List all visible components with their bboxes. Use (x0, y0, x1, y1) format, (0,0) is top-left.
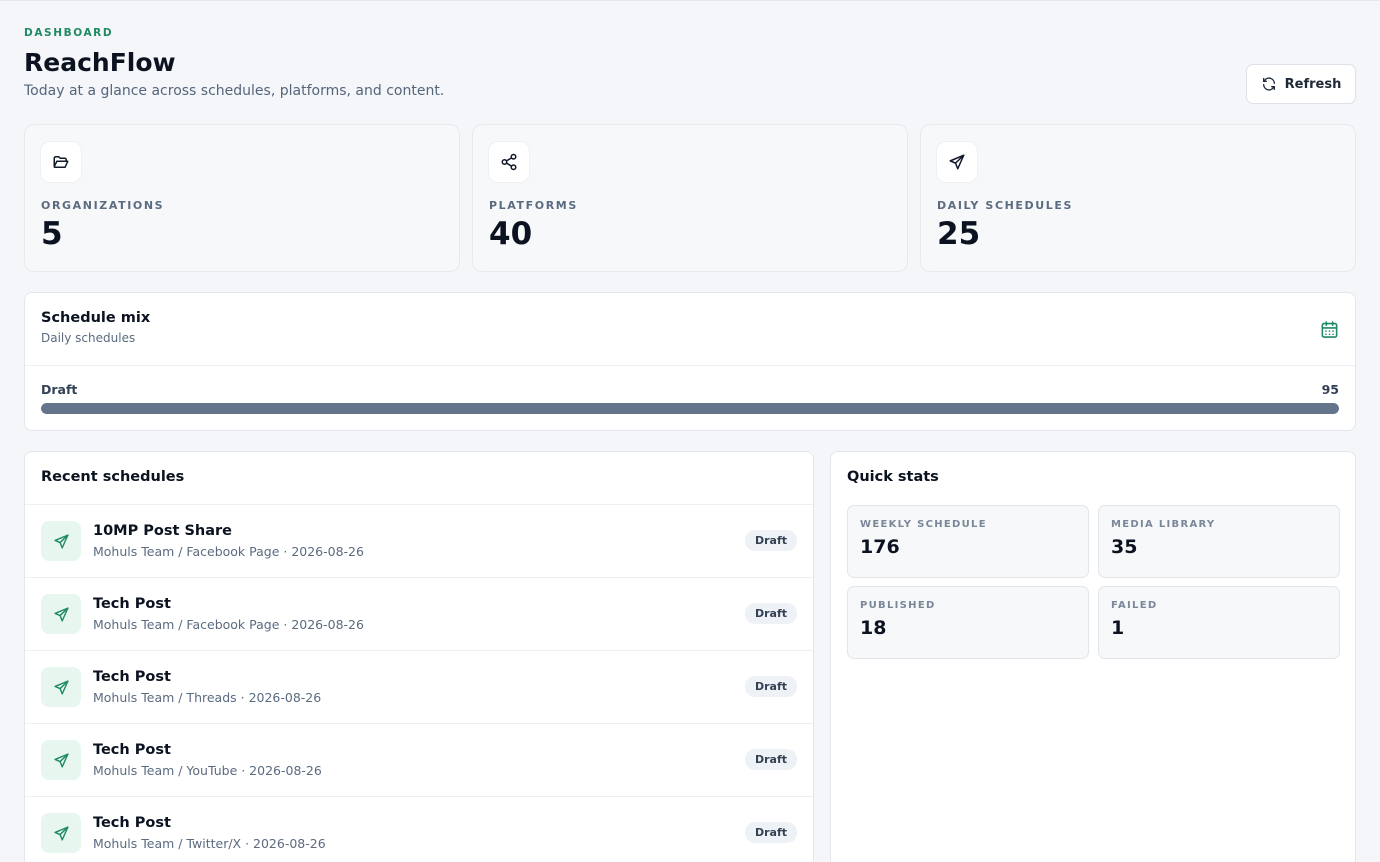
quick-stats-header: Quick stats (831, 452, 1355, 485)
quick-stat-label: PUBLISHED (860, 600, 936, 611)
schedule-title: Tech Post (93, 742, 171, 758)
schedule-title: Tech Post (93, 815, 171, 831)
quick-stat-value: 35 (1111, 536, 1138, 558)
stat-icon-box (937, 142, 977, 182)
schedule-meta: Mohuls Team / Threads · 2026-08-26 (93, 690, 322, 705)
send-icon (53, 825, 69, 841)
stat-label: PLATFORMS (489, 199, 578, 212)
quick-stat-tile: PUBLISHED 18 (847, 586, 1089, 659)
schedule-title: Tech Post (93, 669, 171, 685)
schedule-meta: Mohuls Team / Facebook Page · 2026-08-26 (93, 544, 364, 559)
folder-icon (53, 156, 69, 168)
status-badge: Draft (744, 530, 797, 551)
send-icon-box (41, 813, 81, 853)
status-badge: Draft (744, 749, 797, 770)
quick-stat-value: 1 (1111, 617, 1125, 639)
stat-label: DAILY SCHEDULES (937, 199, 1074, 212)
list-item[interactable]: Tech Post Mohuls Team / Facebook Page · … (25, 578, 813, 651)
schedule-title: 10MP Post Share (93, 523, 233, 539)
stat-value: 5 (41, 216, 63, 252)
quick-stat-label: FAILED (1111, 600, 1158, 611)
recent-schedules-card: Recent schedules 10MP Post Share Mohuls … (24, 451, 814, 862)
schedule-mix-subtitle: Daily schedules (41, 331, 136, 345)
stat-icon-box (489, 142, 529, 182)
schedule-mix-card: Schedule mix Daily schedules Draft 95 (24, 292, 1356, 431)
stat-card-daily-schedules[interactable]: DAILY SCHEDULES 25 (920, 124, 1356, 272)
quick-stat-value: 18 (860, 617, 887, 639)
bar-label: Draft (41, 382, 78, 397)
list-item[interactable]: Tech Post Mohuls Team / YouTube · 2026-0… (25, 724, 813, 797)
list-item[interactable]: Tech Post Mohuls Team / Threads · 2026-0… (25, 651, 813, 724)
share-icon (501, 153, 517, 171)
calendar-icon (1321, 321, 1338, 338)
send-icon (53, 606, 69, 622)
schedule-mix-title: Schedule mix (41, 310, 151, 326)
page-header: DASHBOARD ReachFlow Today at a glance ac… (24, 27, 1356, 104)
quick-stat-label: MEDIA LIBRARY (1111, 519, 1216, 530)
recent-schedules-header: Recent schedules (25, 452, 813, 505)
stat-label: ORGANIZATIONS (41, 199, 165, 212)
quick-stat-tile: WEEKLY SCHEDULE 176 (847, 505, 1089, 578)
stats-row: ORGANIZATIONS 5 PLATFORMS 40 DAILY SCHED… (24, 124, 1356, 272)
send-icon (53, 752, 69, 768)
bar-value: 95 (1321, 382, 1339, 397)
quick-stat-tile: MEDIA LIBRARY 35 (1098, 505, 1340, 578)
quick-stats-card: Quick stats WEEKLY SCHEDULE 176 MEDIA LI… (830, 451, 1356, 862)
list-item[interactable]: Tech Post Mohuls Team / Twitter/X · 2026… (25, 797, 813, 862)
send-icon-box (41, 594, 81, 634)
schedule-title: Tech Post (93, 596, 171, 612)
stat-value: 40 (489, 216, 533, 252)
quick-stat-tile: FAILED 1 (1098, 586, 1340, 659)
quick-stats-title: Quick stats (847, 469, 939, 485)
stat-card-organizations[interactable]: ORGANIZATIONS 5 (24, 124, 460, 272)
schedule-mix-header: Schedule mix Daily schedules (25, 293, 1355, 366)
status-badge: Draft (744, 822, 797, 843)
schedule-meta: Mohuls Team / Twitter/X · 2026-08-26 (93, 836, 326, 851)
page-title: ReachFlow (24, 48, 176, 77)
send-icon-box (41, 740, 81, 780)
quick-stats-grid: WEEKLY SCHEDULE 176 MEDIA LIBRARY 35 PUB… (847, 505, 1340, 659)
progress-bar-fill (41, 403, 1339, 414)
send-icon (53, 679, 69, 695)
list-item[interactable]: 10MP Post Share Mohuls Team / Facebook P… (25, 505, 813, 578)
send-icon (53, 533, 69, 549)
page-eyebrow: DASHBOARD (24, 27, 114, 39)
page-subtitle: Today at a glance across schedules, plat… (24, 83, 445, 99)
status-badge: Draft (744, 603, 797, 624)
schedule-meta: Mohuls Team / Facebook Page · 2026-08-26 (93, 617, 364, 632)
schedule-list: 10MP Post Share Mohuls Team / Facebook P… (25, 505, 813, 862)
recent-schedules-title: Recent schedules (41, 469, 185, 485)
progress-bar-track (41, 403, 1339, 414)
schedule-meta: Mohuls Team / YouTube · 2026-08-26 (93, 763, 322, 778)
quick-stat-label: WEEKLY SCHEDULE (860, 519, 987, 530)
stat-icon-box (41, 142, 81, 182)
quick-stat-value: 176 (860, 536, 900, 558)
send-icon (949, 154, 965, 170)
refresh-icon (1262, 77, 1275, 91)
send-icon-box (41, 667, 81, 707)
status-badge: Draft (744, 676, 797, 697)
bar-row: Draft 95 (41, 382, 1339, 397)
stat-card-platforms[interactable]: PLATFORMS 40 (472, 124, 908, 272)
refresh-label: Refresh (1284, 76, 1342, 92)
stat-value: 25 (937, 216, 981, 252)
schedule-mix-body: Draft 95 (25, 366, 1355, 430)
send-icon-box (41, 521, 81, 561)
refresh-button[interactable]: Refresh (1246, 64, 1356, 104)
